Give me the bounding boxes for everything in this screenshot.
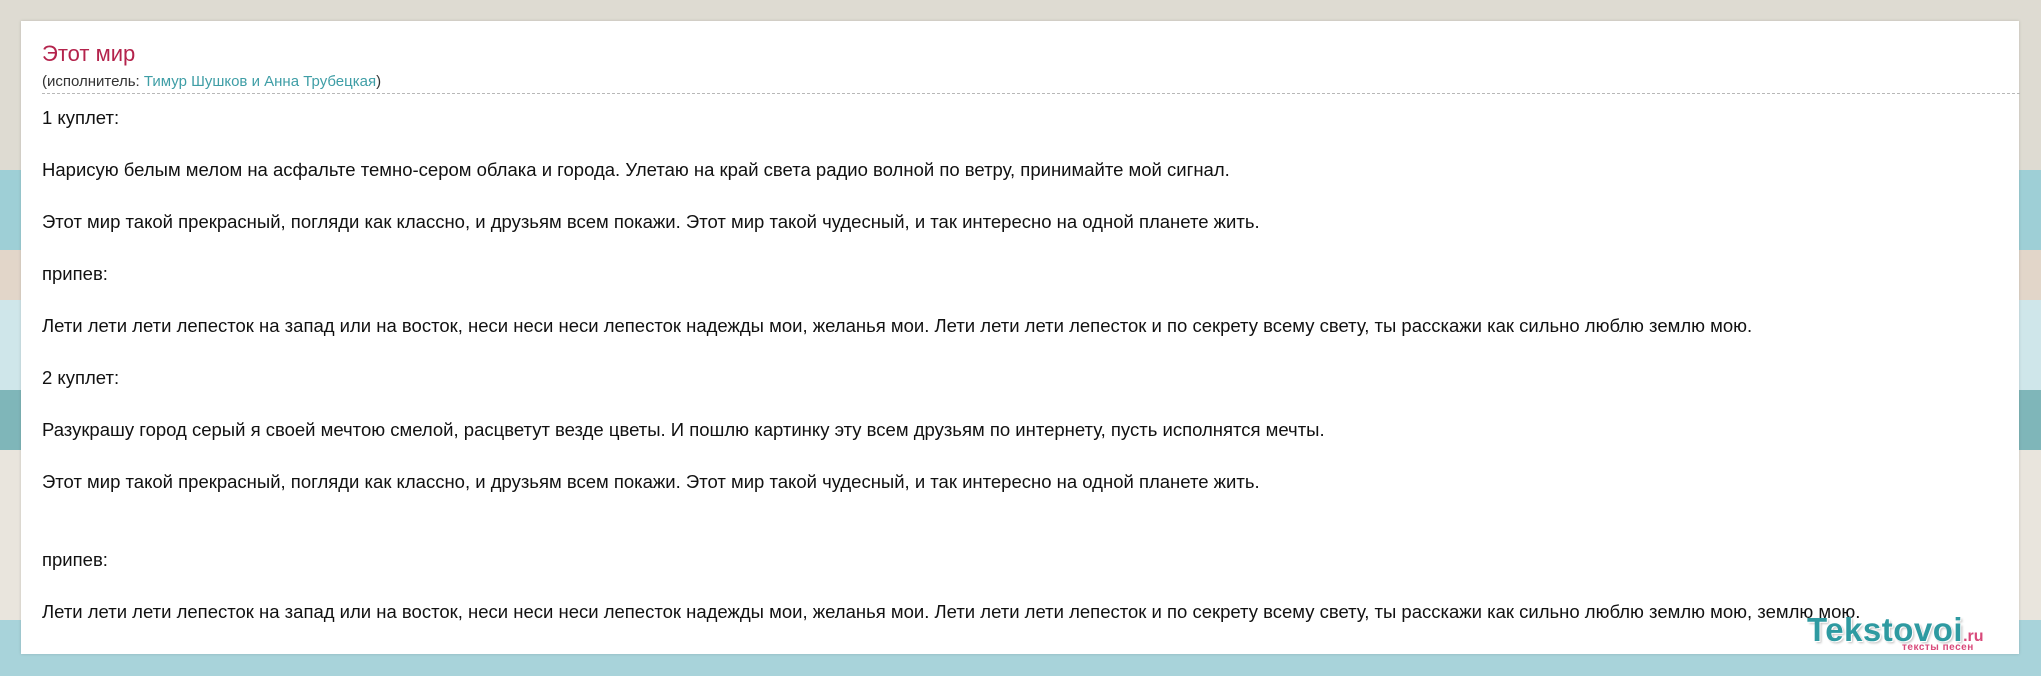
- site-logo[interactable]: Tekstovoi.ru тексты песен: [1807, 611, 1984, 653]
- performer-link[interactable]: Тимур Шушков и Анна Трубецкая: [144, 73, 376, 90]
- song-title: Этот мир: [42, 41, 136, 66]
- lyric-line: 2 куплет:: [42, 367, 120, 388]
- lyric-line: Этот мир такой прекрасный, погляди как к…: [42, 471, 1260, 492]
- performer-suffix: ): [376, 73, 382, 90]
- lyric-line: 1 куплет:: [42, 107, 120, 128]
- lyric-line: Нарисую белым мелом на асфальте темно-се…: [42, 159, 1230, 180]
- lyric-line: Лети лети лети лепесток на запад или на …: [42, 315, 1753, 336]
- lyrics-panel: Этот мир (исполнитель: Тимур Шушков и Ан…: [21, 21, 2020, 654]
- performer-prefix: (исполнитель:: [42, 73, 144, 90]
- lyric-line: припев:: [42, 549, 108, 570]
- logo-tagline: тексты песен: [1902, 642, 1974, 653]
- performer-line: (исполнитель: Тимур Шушков и Анна Трубец…: [42, 73, 2020, 94]
- lyric-line: Этот мир такой прекрасный, погляди как к…: [42, 211, 1260, 232]
- lyric-line: Лети лети лети лепесток на запад или на …: [42, 601, 1861, 622]
- lyric-line: Разукрашу город серый я своей мечтою сме…: [42, 419, 1325, 440]
- lyric-line: припев:: [42, 263, 108, 284]
